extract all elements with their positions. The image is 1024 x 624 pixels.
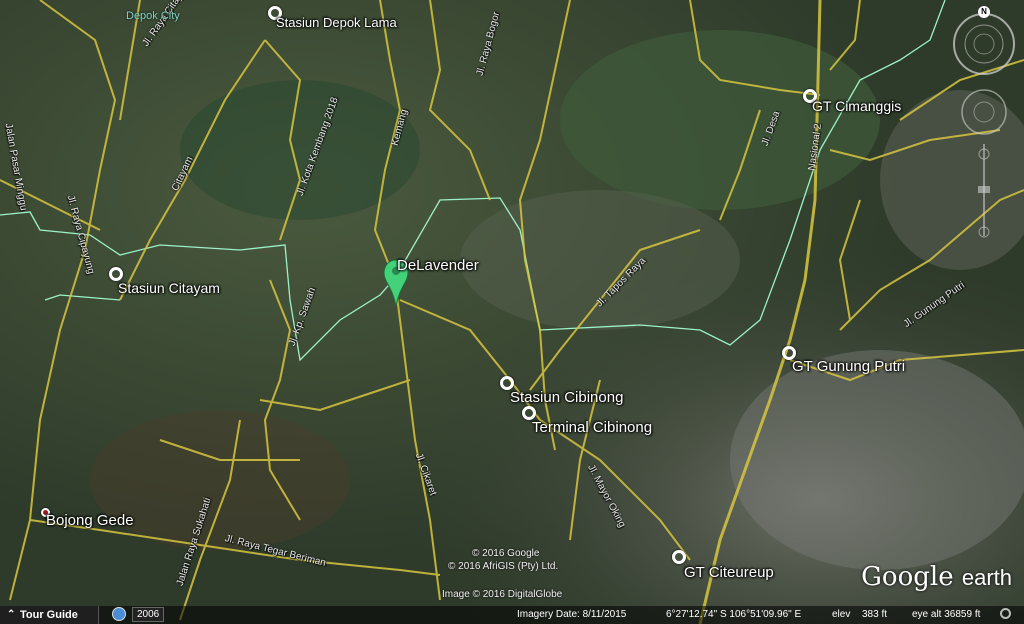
- map-view[interactable]: Jalan Pasar Minggu Jl. Raya Citayam Jl. …: [0, 0, 1024, 624]
- imagery-year-badge[interactable]: 2006: [132, 607, 165, 622]
- chevron-up-icon: ⌃: [7, 609, 16, 620]
- place-label[interactable]: GT Citeureup: [684, 564, 774, 581]
- satellite-imagery[interactable]: [0, 0, 1024, 624]
- place-label[interactable]: Stasiun Citayam: [118, 280, 220, 296]
- imagery-date: Imagery Date: 8/11/2015: [517, 609, 627, 620]
- place-label[interactable]: Bojong Gede: [46, 512, 134, 529]
- streaming-indicator-icon: [1000, 608, 1011, 619]
- logo-google: Google: [861, 562, 954, 592]
- tour-guide-button[interactable]: ⌃ Tour Guide: [0, 606, 99, 624]
- compass-icon[interactable]: [950, 4, 1020, 244]
- placemark-icon[interactable]: [672, 550, 686, 564]
- place-label[interactable]: Stasiun Depok Lama: [276, 15, 397, 30]
- placemark-icon[interactable]: [109, 267, 123, 281]
- elevation-value: 383 ft: [862, 609, 888, 620]
- place-label[interactable]: DeLavender: [397, 257, 479, 274]
- place-label[interactable]: GT Gunung Putri: [792, 358, 905, 375]
- eye-altitude: eye alt 36859 ft: [912, 609, 981, 620]
- placemark-icon[interactable]: [522, 406, 536, 420]
- place-label[interactable]: Terminal Cibinong: [532, 419, 652, 436]
- historical-imagery-clock-icon[interactable]: [112, 607, 126, 621]
- placemark-icon[interactable]: [500, 376, 514, 390]
- place-label[interactable]: Stasiun Cibinong: [510, 389, 623, 406]
- north-indicator[interactable]: N: [978, 6, 990, 18]
- coordinates: 6°27'12.74" S 106°51'09.96" E: [666, 609, 802, 620]
- place-label[interactable]: GT Cimanggis: [812, 98, 901, 114]
- copyright-afrigis: © 2016 AfriGIS (Pty) Ltd.: [448, 561, 559, 572]
- google-earth-logo: Google earth: [861, 562, 1012, 592]
- elevation-label: elev: [832, 609, 851, 620]
- logo-earth: earth: [961, 565, 1012, 590]
- navigation-controls[interactable]: N: [950, 4, 1020, 244]
- tour-guide-label: Tour Guide: [20, 609, 78, 621]
- copyright-google: © 2016 Google: [472, 548, 540, 559]
- copyright-digitalglobe: Image © 2016 DigitalGlobe: [442, 589, 563, 600]
- place-label-depok-city: Depok City: [126, 10, 180, 22]
